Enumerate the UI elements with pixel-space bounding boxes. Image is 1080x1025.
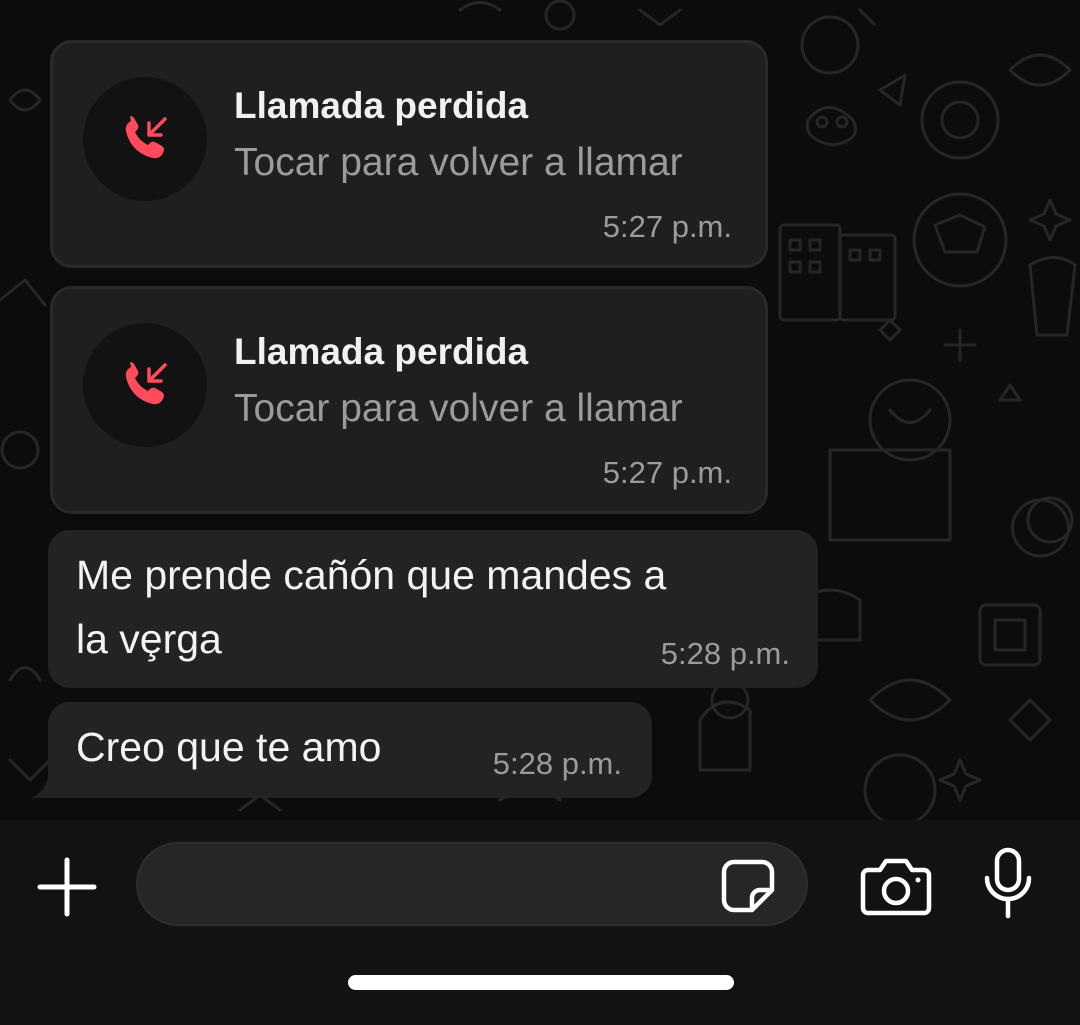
message-timestamp: 5:28 p.m. — [660, 636, 790, 671]
message-text-line: la vȩrga — [76, 616, 222, 662]
message-timestamp: 5:27 p.m. — [602, 209, 732, 244]
composer-bar — [0, 820, 1080, 1025]
missed-call-bubble[interactable]: Llamada perdida Tocar para volver a llam… — [50, 40, 768, 268]
call-subtitle: Tocar para volver a llamar — [234, 387, 683, 430]
call-title: Llamada perdida — [234, 85, 529, 126]
camera-icon[interactable] — [860, 856, 932, 918]
bubble-tail — [30, 756, 68, 798]
missed-call-icon — [125, 362, 167, 405]
missed-call-icon-circle — [83, 77, 207, 201]
missed-call-icon-circle — [83, 323, 207, 447]
missed-call-icon — [125, 116, 167, 159]
message-timestamp: 5:27 p.m. — [602, 455, 732, 490]
message-input[interactable] — [136, 842, 808, 926]
message-bubble[interactable]: Me prende cañón que mandes a la vȩrga 5:… — [48, 530, 818, 688]
call-title: Llamada perdida — [234, 331, 529, 372]
message-text: Creo que te amo — [76, 724, 382, 770]
message-bubble[interactable]: Creo que te amo 5:28 p.m. — [48, 702, 652, 798]
home-indicator — [348, 975, 734, 990]
call-subtitle: Tocar para volver a llamar — [234, 141, 683, 184]
message-text-line: Me prende cañón que mandes a — [76, 552, 667, 598]
plus-icon[interactable] — [34, 854, 100, 920]
message-timestamp: 5:28 p.m. — [492, 746, 622, 781]
microphone-icon[interactable] — [980, 846, 1036, 922]
sticker-icon[interactable] — [720, 858, 776, 914]
missed-call-bubble[interactable]: Llamada perdida Tocar para volver a llam… — [50, 286, 768, 514]
